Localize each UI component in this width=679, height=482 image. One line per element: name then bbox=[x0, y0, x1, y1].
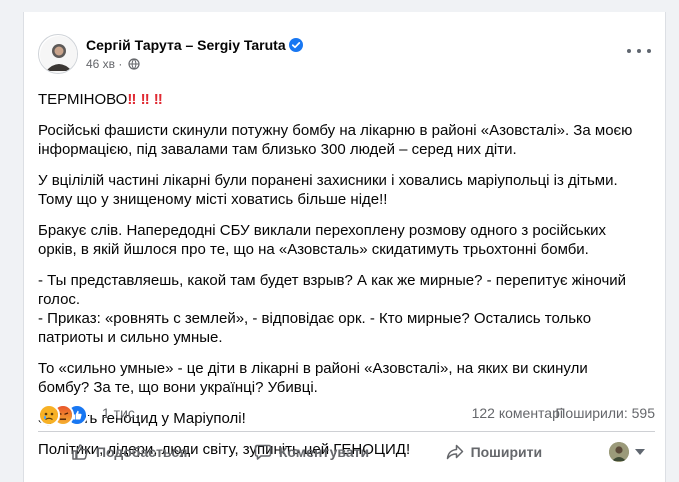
reaction-count[interactable]: 1 тис. bbox=[102, 405, 139, 421]
post-paragraph: То «сильно умные» - це діти в лікарні в … bbox=[38, 360, 588, 396]
sad-reaction-icon bbox=[38, 404, 60, 426]
post-header: Сергій Тарута – Sergiy Taruta 46 хв · bbox=[38, 34, 638, 78]
share-label[interactable]: Поширити bbox=[471, 444, 543, 460]
globe-icon bbox=[128, 58, 140, 73]
share-count[interactable]: Поширили: 595 bbox=[555, 405, 655, 421]
dialogue-line: - Приказ: «ровнять с землей», - відповід… bbox=[38, 310, 592, 346]
exclamation-marks: ‼ ‼ ‼ bbox=[127, 91, 163, 108]
dialogue-line: - Ты представляешь, какой там будет взры… bbox=[38, 272, 627, 308]
divider bbox=[38, 431, 655, 432]
comment-count[interactable]: 122 коментарі bbox=[472, 405, 563, 421]
author-avatar[interactable] bbox=[38, 34, 78, 74]
profile-avatar bbox=[608, 442, 629, 462]
post-card: Сергій Тарута – Sergiy Taruta 46 хв · ТЕ… bbox=[23, 12, 666, 482]
comment-label[interactable]: Коментувати bbox=[279, 444, 369, 460]
share-button[interactable]: Поширити bbox=[403, 436, 585, 468]
meta-separator: · bbox=[118, 57, 123, 71]
headline-text: ТЕРМІНОВО bbox=[38, 91, 128, 108]
author-name[interactable]: Сергій Тарута – Sergiy Taruta bbox=[86, 37, 303, 55]
share-arrow-icon bbox=[446, 444, 463, 460]
like-button[interactable]: Подобається bbox=[38, 436, 220, 468]
post-actions: Подобається Коментувати Поширити bbox=[38, 436, 655, 468]
post-paragraph: У вцілілій частині лікарні були поранені… bbox=[38, 172, 618, 208]
verified-badge-icon bbox=[288, 38, 303, 55]
like-label[interactable]: Подобається bbox=[96, 444, 187, 460]
speech-bubble-icon bbox=[254, 444, 272, 460]
post-paragraph: Російські фашисти скинули потужну бомбу … bbox=[38, 122, 633, 158]
post-paragraph: Бракує слів. Напередодні СБУ виклали пер… bbox=[38, 222, 607, 258]
post-meta: 46 хв · bbox=[86, 57, 140, 73]
quoted-dialogue: - Ты представляешь, какой там будет взры… bbox=[38, 271, 638, 347]
thumbs-up-icon bbox=[72, 444, 88, 460]
chevron-down-icon bbox=[634, 449, 645, 455]
author-name-text[interactable]: Сергій Тарута – Sergiy Taruta bbox=[86, 37, 286, 53]
more-options-icon[interactable] bbox=[627, 44, 651, 58]
comment-button[interactable]: Коментувати bbox=[220, 436, 402, 468]
post-time[interactable]: 46 хв bbox=[86, 57, 115, 71]
post-as-selector[interactable] bbox=[585, 436, 655, 468]
post-headline: ТЕРМІНОВО‼ ‼ ‼ bbox=[38, 90, 638, 109]
post-stats: 1 тис. 122 коментарі Поширили: 595 bbox=[38, 403, 655, 426]
